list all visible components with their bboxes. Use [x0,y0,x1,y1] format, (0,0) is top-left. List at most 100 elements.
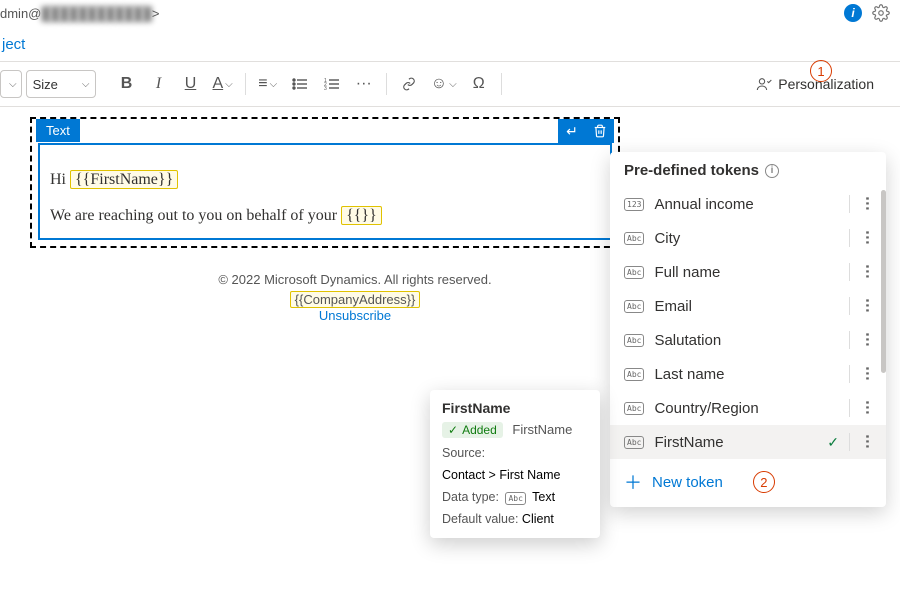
token-label: City [654,230,839,247]
type-badge-icon: Abc [624,232,644,245]
size-label: Size [33,77,58,92]
callout-2: 2 [753,471,775,493]
separator [849,263,850,281]
tokens-panel-title: Pre-defined tokens i [610,152,886,187]
tooltip-source-label: Source: [442,446,485,460]
separator [386,73,387,95]
token-row[interactable]: Abc City ⋯ [610,221,886,255]
more-icon[interactable]: ⋯ [859,298,877,314]
separator [849,229,850,247]
from-obscured: ████████████ [41,6,152,21]
more-formatting-button[interactable]: ··· [350,70,378,98]
type-badge-icon: Abc [624,334,644,347]
new-token-label: New token [652,474,723,491]
align-button[interactable]: ≡ ⌵ [254,70,282,98]
more-icon[interactable]: ⋯ [859,434,877,450]
text-content: We are reaching out to you on behalf of … [50,207,341,224]
token-label: Email [654,298,839,315]
info-outline-icon[interactable]: i [765,164,779,178]
token-label: Last name [654,366,839,383]
layout-container: Text ↵ Hi {{FirstName}} We are reaching … [30,117,620,248]
from-suffix: > [152,6,160,21]
token-firstname[interactable]: {{FirstName}} [70,170,178,189]
tooltip-datatype-value: Text [532,490,555,504]
numbered-list-button[interactable]: 123 [318,70,346,98]
token-label: Country/Region [654,400,839,417]
token-label: Annual income [654,196,839,213]
more-icon[interactable]: ⋯ [859,230,877,246]
token-row[interactable]: AbcLast name⋯ [610,357,886,391]
copyright-text: © 2022 Microsoft Dynamics. All rights re… [30,272,680,287]
info-icon[interactable]: i [844,4,862,22]
emoji-button[interactable]: ☺ ⌵ [427,70,461,98]
added-badge: ✓ Added [442,422,503,438]
chevron-down-icon: ⌵ [9,79,17,90]
chevron-down-icon: ⌵ [225,79,233,90]
block-type-tab[interactable]: Text [36,119,80,142]
token-companyaddress[interactable]: {{CompanyAddress}} [290,291,421,308]
token-row[interactable]: 123 Annual income ⋯ [610,187,886,221]
enter-block-button[interactable]: ↵ [558,119,586,143]
delete-block-button[interactable] [586,119,614,143]
tooltip-default-value: Client [522,512,554,526]
token-row[interactable]: Abc Full name ⋯ [610,255,886,289]
token-row[interactable]: AbcSalutation⋯ [610,323,886,357]
font-size-select[interactable]: Size⌵ [26,70,97,98]
bullet-list-button[interactable] [286,70,314,98]
symbol-button[interactable]: Ω [465,70,493,98]
token-row[interactable]: Abc Country/Region ⋯ [610,391,886,425]
token-details-tooltip: FirstName ✓ Added FirstName Source: Cont… [430,390,600,538]
from-row: dmin@████████████> i [0,0,900,30]
gear-icon[interactable] [872,4,890,22]
type-badge-icon: Abc [624,300,644,313]
separator [849,365,850,383]
separator [245,73,246,95]
tooltip-datatype-label: Data type: [442,490,499,504]
more-icon[interactable]: ⋯ [859,264,877,280]
type-badge-icon: Abc [624,266,644,279]
more-icon[interactable]: ⋯ [859,400,877,416]
datatype-badge-icon: Abc [505,492,525,505]
new-token-button[interactable]: ＋ New token 2 [610,459,886,499]
svg-text:3: 3 [324,86,327,91]
block-actions: ↵ [558,119,614,143]
check-icon: ✓ [827,434,839,451]
more-icon[interactable]: ⋯ [859,332,877,348]
tooltip-added-value: FirstName [512,422,572,437]
chevron-down-icon: ⌵ [449,79,457,90]
more-icon[interactable]: ⋯ [859,366,877,382]
more-icon[interactable]: ⋯ [859,196,877,212]
email-footer: © 2022 Microsoft Dynamics. All rights re… [30,272,680,323]
token-label: Full name [654,264,839,281]
unsubscribe-link[interactable]: Unsubscribe [319,308,391,323]
separator [849,297,850,315]
link-button[interactable] [395,70,423,98]
separator [849,399,850,417]
token-label: FirstName [654,434,817,451]
tooltip-source-value: Contact > First Name [442,468,588,482]
chevron-down-icon: ⌵ [270,79,278,90]
type-badge-icon: Abc [624,402,644,415]
text-block-editor[interactable]: Hi {{FirstName}} We are reaching out to … [38,143,612,240]
font-color-button[interactable]: A ⌵ [208,70,236,98]
type-badge-icon: 123 [624,198,644,211]
tokens-panel: Pre-defined tokens i 123Annual income⋯Ab… [610,152,886,507]
panel-scrollbar[interactable] [881,190,886,467]
tooltip-title: FirstName [442,400,588,416]
separator [849,433,850,451]
callout-1: 1 [810,60,832,82]
plus-icon: ＋ [624,469,642,495]
italic-button[interactable]: I [144,70,172,98]
token-row[interactable]: Abc FirstName ✓ ⋯ [610,425,886,459]
tooltip-default-label: Default value: [442,512,518,526]
separator [501,73,502,95]
font-family-select[interactable]: ⌵ [0,70,22,98]
token-row[interactable]: Abc Email ⋯ [610,289,886,323]
underline-button[interactable]: U [176,70,204,98]
subject-field[interactable]: ject [0,30,900,62]
token-empty[interactable]: {{}} [341,206,382,225]
text-content: Hi [50,171,70,188]
bold-button[interactable]: B [112,70,140,98]
from-address: dmin@████████████> [0,6,844,21]
type-badge-icon: Abc [624,436,644,449]
